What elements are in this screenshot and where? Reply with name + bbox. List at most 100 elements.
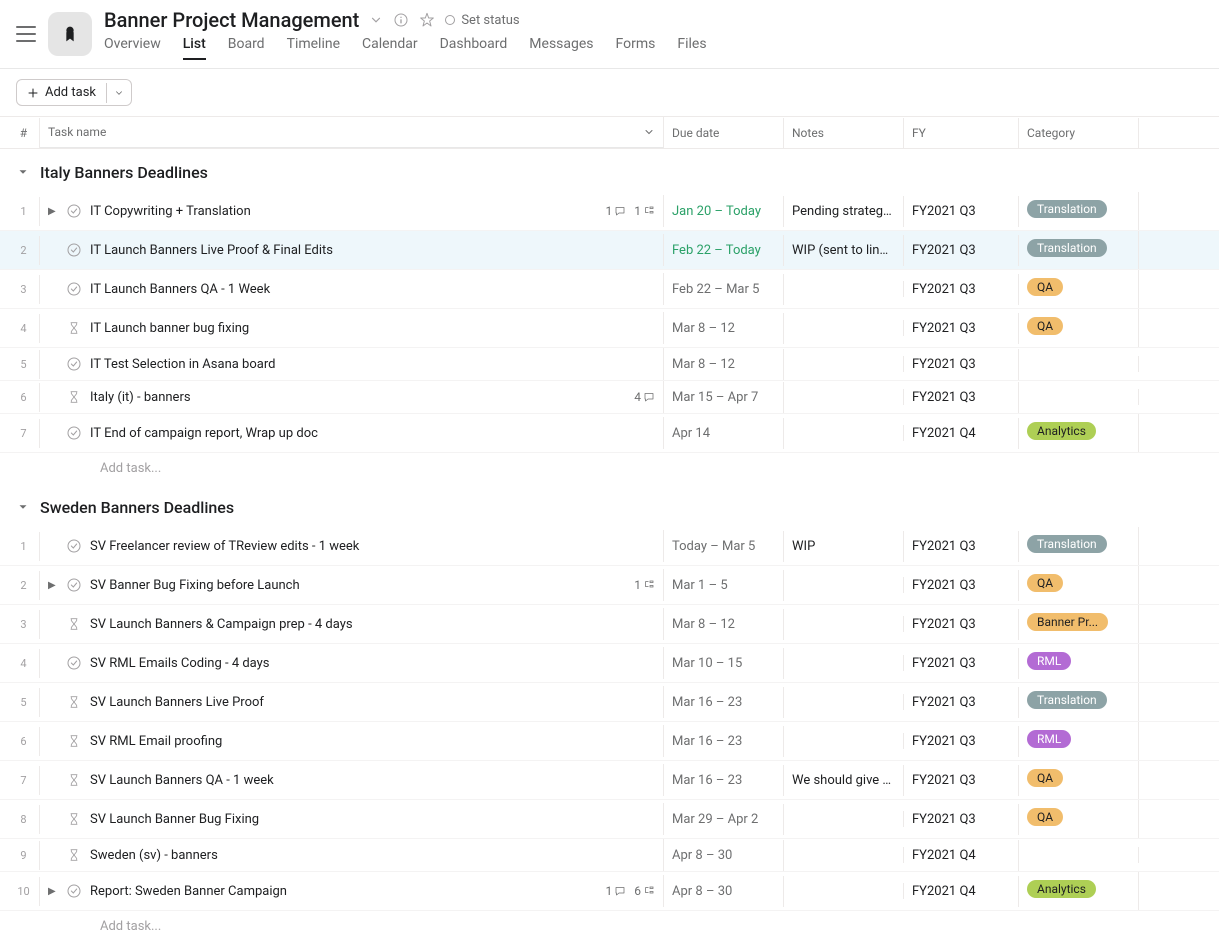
col-notes[interactable]: Notes xyxy=(784,118,904,148)
task-row[interactable]: 7▶SV Launch Banners QA - 1 weekMar 16 – … xyxy=(0,761,1219,800)
fy-cell[interactable]: FY2021 Q3 xyxy=(904,648,1019,679)
category-tag[interactable]: Translation xyxy=(1027,239,1107,257)
notes-cell[interactable]: WIP xyxy=(784,531,904,562)
category-cell[interactable] xyxy=(1019,847,1139,863)
hourglass-icon[interactable] xyxy=(66,694,82,710)
check-circle-icon[interactable] xyxy=(66,203,82,219)
caret-down-icon[interactable] xyxy=(16,500,32,516)
fy-cell[interactable]: FY2021 Q4 xyxy=(904,840,1019,871)
chevron-down-icon[interactable] xyxy=(369,13,383,27)
notes-cell[interactable] xyxy=(784,733,904,749)
due-cell[interactable]: Mar 8 – 12 xyxy=(664,349,784,380)
category-tag[interactable]: RML xyxy=(1027,730,1071,748)
hourglass-icon[interactable] xyxy=(66,733,82,749)
chevron-down-icon[interactable] xyxy=(643,126,655,138)
col-fy[interactable]: FY xyxy=(904,118,1019,148)
category-tag[interactable]: Translation xyxy=(1027,200,1107,218)
fy-cell[interactable]: FY2021 Q3 xyxy=(904,609,1019,640)
notes-cell[interactable] xyxy=(784,694,904,710)
category-cell[interactable]: RML xyxy=(1019,644,1139,682)
task-name-cell[interactable]: ▶Report: Sweden Banner Campaign1 6 xyxy=(40,875,664,907)
notes-cell[interactable] xyxy=(784,883,904,899)
menu-icon[interactable] xyxy=(16,26,36,42)
fy-cell[interactable]: FY2021 Q3 xyxy=(904,570,1019,601)
task-name-cell[interactable]: ▶IT Launch Banners Live Proof & Final Ed… xyxy=(40,234,664,266)
add-task-dropdown[interactable] xyxy=(106,83,131,103)
hourglass-icon[interactable] xyxy=(66,772,82,788)
check-circle-icon[interactable] xyxy=(66,281,82,297)
task-name-cell[interactable]: ▶SV RML Email proofing xyxy=(40,725,664,757)
category-cell[interactable]: QA xyxy=(1019,309,1139,347)
task-name-cell[interactable]: ▶SV Launch Banners QA - 1 week xyxy=(40,764,664,796)
notes-cell[interactable] xyxy=(784,281,904,297)
expand-caret-icon[interactable]: ▶ xyxy=(48,206,58,217)
task-name-cell[interactable]: ▶IT Copywriting + Translation1 1 xyxy=(40,195,664,227)
category-tag[interactable]: Banner Pr... xyxy=(1027,613,1108,631)
task-row[interactable]: 2▶IT Launch Banners Live Proof & Final E… xyxy=(0,231,1219,270)
fy-cell[interactable]: FY2021 Q3 xyxy=(904,382,1019,413)
fy-cell[interactable]: FY2021 Q4 xyxy=(904,876,1019,907)
category-cell[interactable]: RML xyxy=(1019,722,1139,760)
notes-cell[interactable]: WIP (sent to lingu... xyxy=(784,235,904,266)
task-row[interactable]: 9▶Sweden (sv) - bannersApr 8 – 30FY2021 … xyxy=(0,839,1219,872)
category-cell[interactable]: Translation xyxy=(1019,527,1139,565)
due-cell[interactable]: Mar 8 – 12 xyxy=(664,609,784,640)
fy-cell[interactable]: FY2021 Q3 xyxy=(904,687,1019,718)
task-name-cell[interactable]: ▶SV Freelancer review of TReview edits -… xyxy=(40,530,664,562)
category-tag[interactable]: Translation xyxy=(1027,691,1107,709)
due-cell[interactable]: Mar 16 – 23 xyxy=(664,687,784,718)
hourglass-icon[interactable] xyxy=(66,320,82,336)
check-circle-icon[interactable] xyxy=(66,242,82,258)
tab-messages[interactable]: Messages xyxy=(529,36,593,60)
task-name-cell[interactable]: ▶IT Launch banner bug fixing xyxy=(40,312,664,344)
task-row[interactable]: 1▶SV Freelancer review of TReview edits … xyxy=(0,527,1219,566)
due-cell[interactable]: Mar 1 – 5 xyxy=(664,570,784,601)
task-row[interactable]: 8▶SV Launch Banner Bug FixingMar 29 – Ap… xyxy=(0,800,1219,839)
category-tag[interactable]: Analytics xyxy=(1027,880,1096,898)
task-row[interactable]: 2▶SV Banner Bug Fixing before Launch1 Ma… xyxy=(0,566,1219,605)
fy-cell[interactable]: FY2021 Q3 xyxy=(904,531,1019,562)
col-cat[interactable]: Category xyxy=(1019,118,1139,148)
task-name-cell[interactable]: ▶SV Launch Banner Bug Fixing xyxy=(40,803,664,835)
notes-cell[interactable] xyxy=(784,655,904,671)
fy-cell[interactable]: FY2021 Q3 xyxy=(904,349,1019,380)
category-tag[interactable]: RML xyxy=(1027,652,1071,670)
due-cell[interactable]: Mar 8 – 12 xyxy=(664,313,784,344)
fy-cell[interactable]: FY2021 Q3 xyxy=(904,274,1019,305)
due-cell[interactable]: Mar 29 – Apr 2 xyxy=(664,804,784,835)
notes-cell[interactable] xyxy=(784,356,904,372)
notes-cell[interactable] xyxy=(784,616,904,632)
fy-cell[interactable]: FY2021 Q3 xyxy=(904,765,1019,796)
due-cell[interactable]: Mar 16 – 23 xyxy=(664,765,784,796)
due-cell[interactable]: Mar 16 – 23 xyxy=(664,726,784,757)
category-cell[interactable] xyxy=(1019,389,1139,405)
task-row[interactable]: 6▶Italy (it) - banners4 Mar 15 – Apr 7FY… xyxy=(0,381,1219,414)
category-tag[interactable]: QA xyxy=(1027,278,1063,296)
section-header[interactable]: Sweden Banners Deadlines xyxy=(0,484,1219,527)
category-cell[interactable]: Translation xyxy=(1019,683,1139,721)
tab-overview[interactable]: Overview xyxy=(104,36,161,60)
expand-caret-icon[interactable]: ▶ xyxy=(48,886,58,897)
hourglass-icon[interactable] xyxy=(66,811,82,827)
category-tag[interactable]: QA xyxy=(1027,574,1063,592)
due-cell[interactable]: Feb 22 – Today xyxy=(664,235,784,266)
notes-cell[interactable] xyxy=(784,811,904,827)
fy-cell[interactable]: FY2021 Q4 xyxy=(904,418,1019,449)
category-cell[interactable]: Analytics xyxy=(1019,414,1139,452)
due-cell[interactable]: Jan 20 – Today xyxy=(664,196,784,227)
category-cell[interactable]: QA xyxy=(1019,566,1139,604)
fy-cell[interactable]: FY2021 Q3 xyxy=(904,313,1019,344)
tab-timeline[interactable]: Timeline xyxy=(287,36,340,60)
check-circle-icon[interactable] xyxy=(66,425,82,441)
task-row[interactable]: 6▶SV RML Email proofingMar 16 – 23FY2021… xyxy=(0,722,1219,761)
task-name-cell[interactable]: ▶SV Launch Banners Live Proof xyxy=(40,686,664,718)
check-circle-icon[interactable] xyxy=(66,356,82,372)
tab-forms[interactable]: Forms xyxy=(616,36,656,60)
category-cell[interactable]: Translation xyxy=(1019,192,1139,230)
check-circle-icon[interactable] xyxy=(66,538,82,554)
col-name[interactable]: Task name xyxy=(40,117,664,148)
task-row[interactable]: 5▶IT Test Selection in Asana boardMar 8 … xyxy=(0,348,1219,381)
due-cell[interactable]: Feb 22 – Mar 5 xyxy=(664,274,784,305)
tab-list[interactable]: List xyxy=(183,36,206,60)
due-cell[interactable]: Apr 8 – 30 xyxy=(664,840,784,871)
